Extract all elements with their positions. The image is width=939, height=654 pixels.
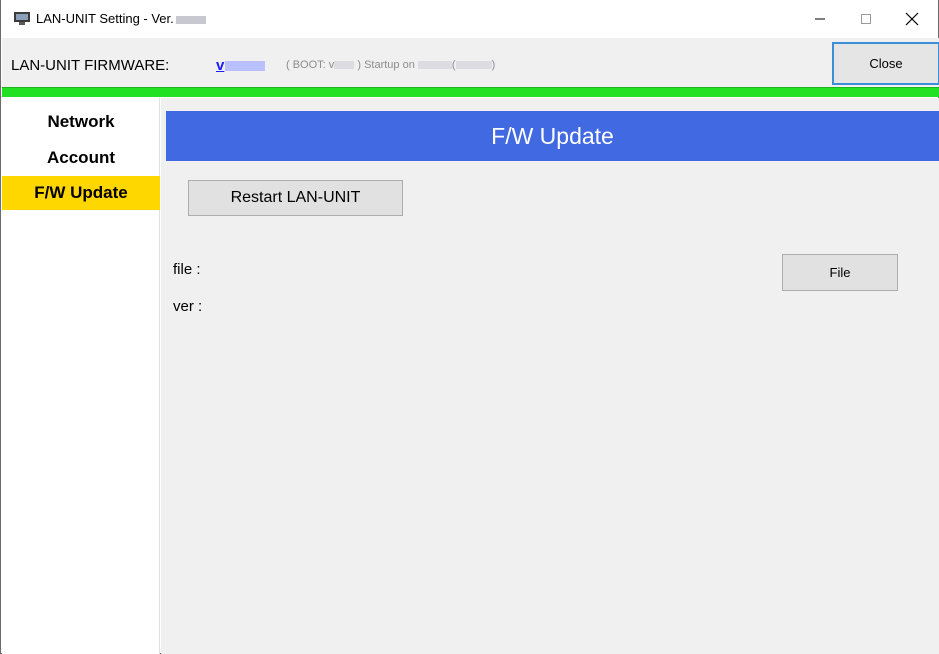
minimize-button[interactable] bbox=[797, 0, 843, 38]
firmware-version-text: v bbox=[216, 57, 225, 74]
title-bar[interactable]: LAN-UNIT Setting - Ver. bbox=[1, 0, 938, 38]
close-button[interactable]: Close bbox=[832, 42, 939, 85]
redacted-version bbox=[175, 15, 206, 24]
window-close-button[interactable] bbox=[889, 0, 935, 38]
sidebar-item-account[interactable]: Account bbox=[2, 141, 160, 175]
redacted-boot-version bbox=[334, 61, 355, 70]
version-label: ver : bbox=[173, 298, 203, 315]
status-strip bbox=[2, 87, 939, 97]
boot-prefix: ( BOOT: v bbox=[286, 59, 335, 71]
file-select-button[interactable]: File bbox=[782, 254, 898, 291]
app-window: LAN-UNIT Setting - Ver. LAN-UNIT FIRMWAR… bbox=[0, 0, 939, 654]
window-title: LAN-UNIT Setting - Ver. bbox=[36, 11, 206, 26]
file-label: file : bbox=[173, 261, 201, 278]
firmware-version-link[interactable]: v bbox=[216, 57, 266, 74]
sidebar: Network Account F/W Update bbox=[2, 98, 160, 654]
redacted-startup-date bbox=[417, 61, 452, 70]
minimize-icon bbox=[815, 18, 825, 20]
boot-paren-close: ) bbox=[491, 59, 496, 71]
main-content: F/W Update Restart LAN-UNIT file : ver :… bbox=[161, 98, 939, 654]
sidebar-item-fw-update[interactable]: F/W Update bbox=[2, 176, 160, 210]
page-title: F/W Update bbox=[166, 111, 939, 161]
maximize-icon bbox=[861, 14, 871, 24]
window-title-text: LAN-UNIT Setting - Ver. bbox=[36, 11, 174, 26]
boot-info: ( BOOT: v ) Startup on () bbox=[286, 59, 495, 71]
firmware-header: LAN-UNIT FIRMWARE: v ( BOOT: v ) Startup… bbox=[2, 38, 939, 87]
redacted-startup-detail bbox=[455, 61, 492, 70]
close-icon bbox=[905, 12, 919, 26]
sidebar-item-network[interactable]: Network bbox=[2, 105, 160, 139]
boot-suffix: ) Startup on bbox=[357, 59, 415, 71]
lan-unit-app-icon bbox=[14, 12, 30, 25]
maximize-button[interactable] bbox=[843, 0, 889, 38]
redacted-firmware-version bbox=[225, 61, 266, 72]
restart-lan-unit-button[interactable]: Restart LAN-UNIT bbox=[188, 180, 403, 216]
firmware-label: LAN-UNIT FIRMWARE: bbox=[11, 57, 170, 74]
